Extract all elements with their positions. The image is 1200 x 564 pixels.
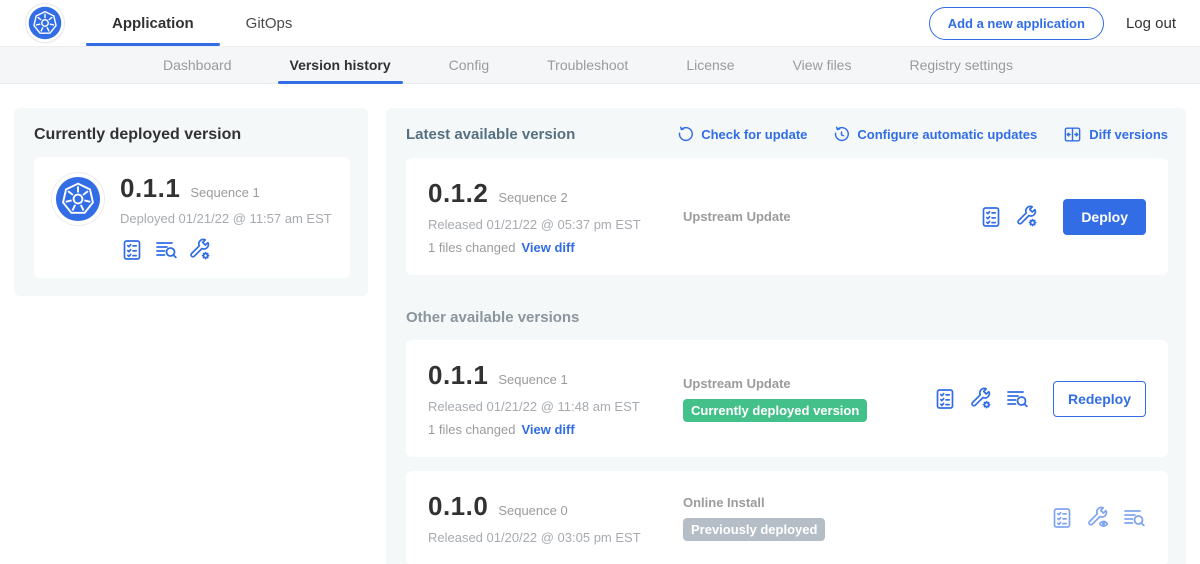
deployed-sequence-label: Sequence 1	[190, 185, 259, 200]
version-source-label: Upstream Update	[683, 376, 933, 391]
subnav-tab-dashboard[interactable]: Dashboard	[163, 47, 232, 83]
files-changed-label: 1 files changed	[428, 240, 515, 255]
other-versions-title: Other available versions	[406, 309, 1168, 326]
currently-deployed-title: Currently deployed version	[34, 126, 350, 144]
app-header: Application GitOps Add a new application…	[0, 0, 1200, 46]
version-card-0-1-0: 0.1.0 Sequence 0 Released 01/20/22 @ 03:…	[406, 471, 1168, 564]
version-card-0-1-1: 0.1.1 Sequence 1 Released 01/21/22 @ 11:…	[406, 340, 1168, 457]
logs-icon[interactable]	[154, 238, 178, 262]
checklist-icon[interactable]	[120, 238, 144, 262]
subnav-tab-troubleshoot[interactable]: Troubleshoot	[547, 47, 628, 83]
deployed-version-card: 0.1.1 Sequence 1 Deployed 01/21/22 @ 11:…	[34, 157, 350, 278]
version-number: 0.1.1	[428, 360, 488, 391]
subnav-tab-license-label: License	[686, 57, 734, 73]
version-history-panel: Latest available version Check for updat…	[386, 108, 1186, 564]
subnav-tab-config[interactable]: Config	[449, 47, 489, 83]
logs-icon[interactable]	[1005, 387, 1029, 411]
logout-button[interactable]: Log out	[1126, 15, 1176, 32]
released-timestamp: Released 01/20/22 @ 03:05 pm EST	[428, 530, 683, 545]
deploy-button[interactable]: Deploy	[1063, 199, 1146, 235]
previously-deployed-badge: Previously deployed	[683, 518, 825, 541]
version-number: 0.1.0	[428, 491, 488, 522]
subnav-tab-registry-settings[interactable]: Registry settings	[909, 47, 1012, 83]
redeploy-button[interactable]: Redeploy	[1053, 381, 1146, 417]
wrench-gear-icon[interactable]	[1015, 205, 1039, 229]
sequence-label: Sequence 2	[498, 190, 567, 205]
kubernetes-logo-icon	[28, 6, 62, 40]
checklist-icon[interactable]	[1050, 506, 1074, 530]
currently-deployed-badge: Currently deployed version	[683, 399, 867, 422]
deployed-timestamp: Deployed 01/21/22 @ 11:57 am EST	[120, 211, 332, 226]
released-timestamp: Released 01/21/22 @ 11:48 am EST	[428, 399, 683, 414]
refresh-icon	[677, 126, 694, 143]
subnav-tab-config-label: Config	[449, 57, 489, 73]
wrench-gear-icon[interactable]	[188, 238, 212, 262]
view-diff-link[interactable]: View diff	[521, 422, 574, 437]
configure-automatic-updates-link[interactable]: Configure automatic updates	[833, 126, 1037, 143]
view-diff-link[interactable]: View diff	[521, 240, 574, 255]
sequence-label: Sequence 0	[498, 503, 567, 518]
subnav-tab-license[interactable]: License	[686, 47, 734, 83]
subnav-tab-view-files[interactable]: View files	[793, 47, 852, 83]
version-number: 0.1.2	[428, 178, 488, 209]
add-application-button[interactable]: Add a new application	[929, 7, 1104, 40]
app-subnav: Dashboard Version history Config Trouble…	[0, 46, 1200, 84]
latest-available-title: Latest available version	[406, 126, 575, 143]
header-tabs: Application GitOps	[86, 0, 318, 46]
configure-automatic-updates-label: Configure automatic updates	[857, 127, 1037, 142]
check-for-update-link[interactable]: Check for update	[677, 126, 807, 143]
subnav-tab-version-history-label: Version history	[290, 57, 391, 73]
files-changed-label: 1 files changed	[428, 422, 515, 437]
subnav-tab-registry-settings-label: Registry settings	[909, 57, 1012, 73]
kubernetes-logo-icon	[55, 176, 101, 222]
subnav-tab-dashboard-label: Dashboard	[163, 57, 232, 73]
tab-gitops-label: GitOps	[246, 15, 293, 32]
subnav-tab-version-history[interactable]: Version history	[290, 47, 391, 83]
checklist-icon[interactable]	[933, 387, 957, 411]
auto-update-icon	[833, 126, 850, 143]
logs-icon[interactable]	[1122, 506, 1146, 530]
check-for-update-label: Check for update	[701, 127, 807, 142]
subnav-tab-troubleshoot-label: Troubleshoot	[547, 57, 628, 73]
sequence-label: Sequence 1	[498, 372, 567, 387]
tab-gitops[interactable]: GitOps	[220, 0, 319, 46]
wrench-gear-icon[interactable]	[969, 387, 993, 411]
diff-icon	[1063, 125, 1082, 144]
deployed-version-number: 0.1.1	[120, 173, 180, 204]
version-card-0-1-2: 0.1.2 Sequence 2 Released 01/21/22 @ 05:…	[406, 158, 1168, 275]
checklist-icon[interactable]	[979, 205, 1003, 229]
currently-deployed-panel: Currently deployed version 0.1.1 Sequenc…	[14, 108, 368, 296]
tab-application[interactable]: Application	[86, 0, 220, 46]
diff-versions-link[interactable]: Diff versions	[1063, 125, 1168, 144]
app-logo	[52, 173, 104, 225]
subnav-tab-view-files-label: View files	[793, 57, 852, 73]
version-source-label: Online Install	[683, 495, 933, 510]
diff-versions-label: Diff versions	[1089, 127, 1168, 142]
tab-application-label: Application	[112, 15, 194, 32]
version-source-label: Upstream Update	[683, 209, 933, 224]
wrench-eye-icon[interactable]	[1086, 506, 1110, 530]
kubernetes-logo	[26, 4, 64, 42]
released-timestamp: Released 01/21/22 @ 05:37 pm EST	[428, 217, 683, 232]
